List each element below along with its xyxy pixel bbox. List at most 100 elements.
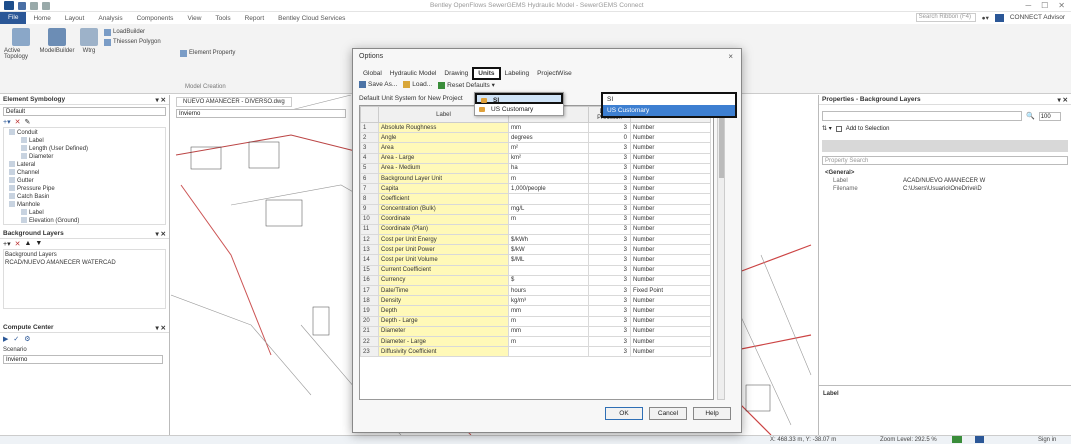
option-si[interactable]: SI: [603, 94, 735, 105]
table-row[interactable]: 21 Diameter mm 3 Number: [360, 325, 711, 337]
user-icon[interactable]: ●▾: [982, 14, 989, 22]
save-as-button[interactable]: Save As...: [359, 81, 397, 89]
unit-label-cell[interactable]: Coordinate (Plan): [378, 223, 509, 236]
tab-file[interactable]: File: [0, 12, 27, 24]
table-row[interactable]: 3 Area m² 3 Number: [360, 142, 711, 154]
property-row[interactable]: Label ACAD/NUEVO AMANECER W: [833, 177, 1071, 185]
list-item[interactable]: Background Layers: [5, 251, 164, 259]
table-row[interactable]: 23 Diffusivity Coefficient 3 Number: [360, 346, 711, 358]
tab-tools[interactable]: Tools: [208, 15, 237, 22]
format-cell[interactable]: Number: [630, 203, 711, 215]
tree-item[interactable]: Manhole: [5, 201, 164, 209]
new-layer-icon[interactable]: +▾: [3, 240, 11, 248]
precision-cell[interactable]: 3: [588, 305, 631, 317]
tab-analysis[interactable]: Analysis: [91, 15, 129, 22]
format-cell[interactable]: Number: [630, 121, 711, 134]
element-selector[interactable]: [822, 111, 1022, 121]
unit-label-cell[interactable]: Cost per Unit Power: [378, 244, 509, 256]
table-row[interactable]: 5 Area - Medium ha 3 Number: [360, 162, 711, 174]
table-row[interactable]: 6 Background Layer Unit m 3 Number: [360, 172, 711, 185]
precision-cell[interactable]: 3: [588, 274, 631, 287]
unit-cell[interactable]: mm: [508, 121, 589, 134]
minimize-icon[interactable]: ─: [1025, 1, 1031, 10]
symbology-dropdown[interactable]: Default: [3, 107, 166, 116]
tree-item[interactable]: Conduit: [5, 129, 164, 137]
precision-cell[interactable]: 3: [588, 335, 631, 348]
unit-label-cell[interactable]: Diffusivity Coefficient: [378, 346, 509, 358]
unit-label-cell[interactable]: Coordinate: [378, 213, 509, 225]
format-cell[interactable]: Number: [630, 162, 711, 174]
precision-cell[interactable]: 3: [588, 254, 631, 266]
conduit-line[interactable]: [175, 134, 372, 156]
format-cell[interactable]: Number: [630, 152, 711, 164]
precision-cell[interactable]: 3: [588, 223, 631, 236]
tree-item[interactable]: Elevation (Ground): [5, 217, 164, 224]
tree-item[interactable]: Channel: [5, 169, 164, 177]
unit-cell[interactable]: $/ML: [508, 254, 589, 266]
tab-report[interactable]: Report: [238, 15, 272, 22]
table-row[interactable]: 22 Diameter - Large m 3 Number: [360, 335, 711, 348]
unit-cell[interactable]: [508, 193, 589, 205]
precision-cell[interactable]: 3: [588, 244, 631, 256]
help-button[interactable]: Help: [693, 407, 731, 420]
format-cell[interactable]: Number: [630, 223, 711, 236]
table-row[interactable]: 9 Concentration (Bulk) mg/L 3 Number: [360, 203, 711, 215]
table-row[interactable]: 10 Coordinate m 3 Number: [360, 213, 711, 225]
table-row[interactable]: 20 Depth - Large m 3 Number: [360, 315, 711, 327]
tab-hydraulic-model[interactable]: Hydraulic Model: [386, 69, 441, 78]
table-row[interactable]: 19 Depth mm 3 Number: [360, 305, 711, 317]
unit-label-cell[interactable]: Capita: [378, 183, 509, 195]
property-row[interactable]: Filename C:\Users\Usuario\OneDrive\D: [833, 185, 1071, 193]
unit-cell[interactable]: mm: [508, 325, 589, 337]
option-us-customary[interactable]: US Customary: [603, 105, 735, 116]
tree-item[interactable]: Gutter: [5, 177, 164, 185]
active-topology-button[interactable]: Active Topology: [4, 28, 38, 60]
element-property-button[interactable]: Element Property: [180, 48, 235, 58]
layout-icon[interactable]: [952, 436, 962, 443]
property-value[interactable]: ACAD/NUEVO AMANECER W: [903, 177, 985, 185]
table-row[interactable]: 11 Coordinate (Plan) 3 Number: [360, 223, 711, 236]
tab-view[interactable]: View: [180, 15, 208, 22]
unit-cell[interactable]: m: [508, 315, 589, 327]
tree-item[interactable]: Length (User Defined): [5, 145, 164, 153]
unit-label-cell[interactable]: Cost per Unit Energy: [378, 234, 509, 246]
precision-cell[interactable]: 3: [588, 295, 631, 307]
precision-cell[interactable]: 0: [588, 132, 631, 144]
precision-cell[interactable]: 3: [588, 264, 631, 276]
unit-cell[interactable]: m: [508, 213, 589, 225]
precision-cell[interactable]: 3: [588, 315, 631, 327]
table-row[interactable]: 2 Angle degrees 0 Number: [360, 132, 711, 144]
format-cell[interactable]: Number: [630, 254, 711, 266]
unit-label-cell[interactable]: Area: [378, 142, 509, 154]
unit-cell[interactable]: m: [508, 335, 589, 348]
column-header[interactable]: [360, 106, 379, 123]
property-group[interactable]: <General>: [825, 169, 1071, 177]
tab-global[interactable]: Global: [359, 69, 386, 78]
table-row[interactable]: 17 Date/Time hours 3 Fixed Point: [360, 284, 711, 297]
wtrg-button[interactable]: Wtrg: [76, 28, 102, 60]
format-cell[interactable]: Fixed Point: [630, 284, 711, 297]
unit-cell[interactable]: m: [508, 172, 589, 185]
sign-in-link[interactable]: Sign in: [1038, 437, 1056, 443]
move-up-icon[interactable]: ▲: [24, 240, 31, 248]
format-cell[interactable]: Number: [630, 274, 711, 287]
tab-units[interactable]: Units: [472, 67, 501, 80]
tree-item[interactable]: Lateral: [5, 161, 164, 169]
tree-item[interactable]: Pressure Pipe: [5, 185, 164, 193]
table-row[interactable]: 18 Density kg/m³ 3 Number: [360, 295, 711, 307]
conduit-line[interactable]: [180, 184, 272, 356]
precision-cell[interactable]: 3: [588, 325, 631, 337]
validate-icon[interactable]: ✓: [13, 335, 19, 344]
tab-labeling[interactable]: Labeling: [501, 69, 534, 78]
unit-cell[interactable]: ha: [508, 162, 589, 174]
tab-bentley-cloud[interactable]: Bentley Cloud Services: [271, 15, 352, 22]
table-row[interactable]: 16 Currency $3 Number: [360, 274, 711, 287]
format-cell[interactable]: Number: [630, 305, 711, 317]
options-icon[interactable]: ⚙: [24, 335, 30, 344]
ok-button[interactable]: OK: [605, 407, 643, 420]
unit-label-cell[interactable]: Coefficient: [378, 193, 509, 205]
precision-cell[interactable]: 3: [588, 234, 631, 246]
document-tab[interactable]: NUEVO AMANECER - DIVERSO.dwg: [176, 97, 292, 107]
redo-icon[interactable]: [42, 1, 50, 10]
property-value[interactable]: C:\Users\Usuario\OneDrive\D: [903, 185, 982, 193]
